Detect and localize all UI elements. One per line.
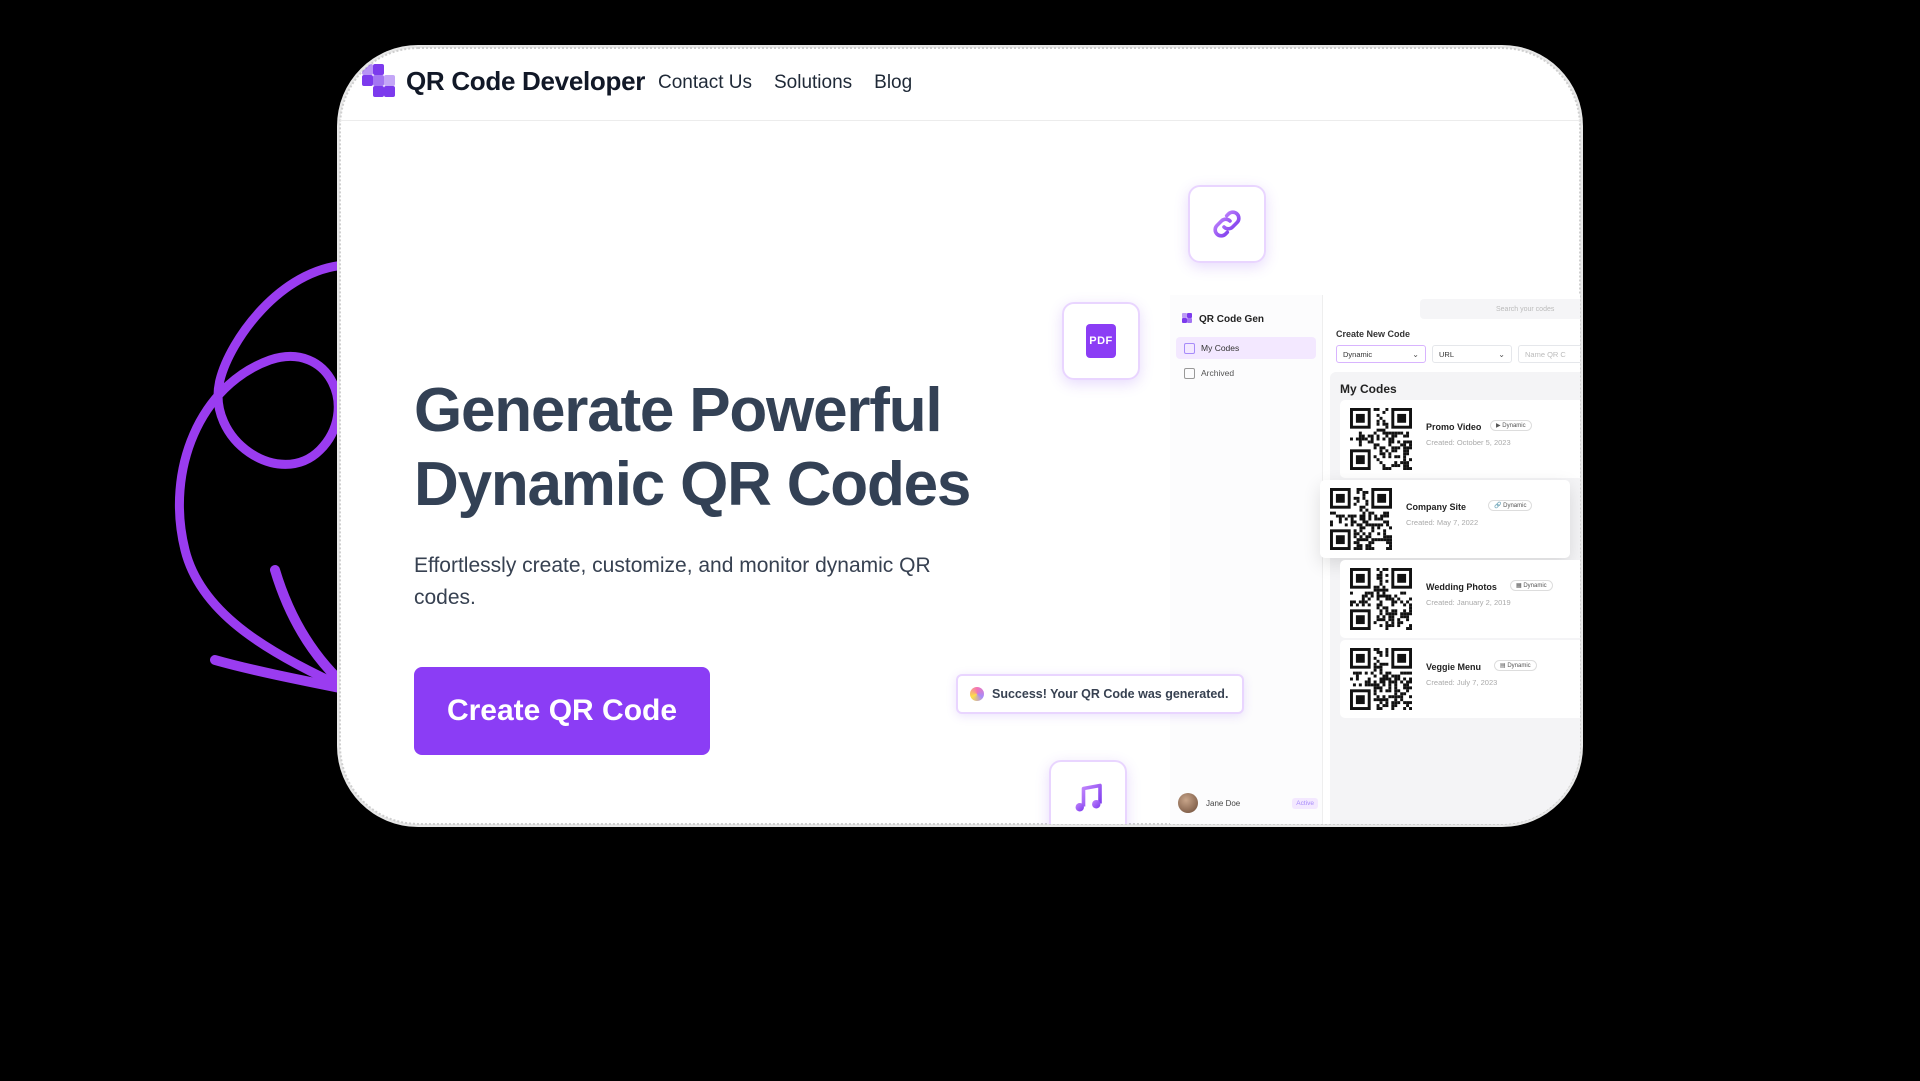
search-input[interactable]: Search your codes [1420,299,1580,319]
code-created-date: Created: January 2, 2019 [1426,598,1511,607]
status-badge: Active [1292,797,1318,809]
name-input-placeholder: Name QR C [1525,349,1566,359]
archive-icon [1184,367,1195,379]
chevron-down-icon: ⌄ [1498,350,1505,359]
pdf-tile: PDF [1060,300,1142,382]
sidebar-item-archived[interactable]: Archived [1176,362,1316,384]
user-name: Jane Doe [1206,798,1241,808]
app-sidebar: QR Code Gen My Codes Archived Jane Doe A… [1170,295,1323,824]
code-created-date: Created: July 7, 2023 [1426,678,1498,687]
search-placeholder: Search your codes [1496,305,1555,313]
sidebar-item-label: My Codes [1201,343,1240,353]
brand-name: QR Code Developer [406,65,646,96]
code-name: Wedding Photos [1426,582,1497,592]
code-card[interactable]: Veggie Menu ▤ Dynamic Created: July 7, 202… [1340,640,1580,718]
brand[interactable]: QR Code Developer [362,64,645,98]
music-tile [1047,758,1129,824]
app-brand-name: QR Code Gen [1199,313,1265,325]
code-created-date: Created: October 5, 2023 [1426,438,1511,447]
code-name: Veggie Menu [1426,662,1482,672]
hero-title-line-2: Dynamic QR Codes [414,450,971,519]
hero-title: Generate Powerful Dynamic QR Codes [414,374,1034,522]
name-input[interactable]: Name QR C [1518,345,1580,363]
website-card: QR Code Developer Contact Us Solutions B… [339,47,1581,825]
type-select-value: Dynamic [1343,349,1373,359]
create-new-code-label: Create New Code [1336,329,1411,339]
sidebar-item-label: Archived [1201,368,1235,378]
dynamic-badge: ▦ Dynamic [1510,580,1553,591]
dynamic-badge: ▤ Dynamic [1494,660,1537,671]
nav-link-solutions[interactable]: Solutions [774,72,852,94]
nav-link-contact[interactable]: Contact Us [658,72,752,94]
app-brand: QR Code Gen [1182,313,1264,325]
stage: QR Code Developer Contact Us Solutions B… [0,0,1920,1081]
nav-links: Contact Us Solutions Blog [658,72,912,94]
dynamic-badge: 🔗 Dynamic [1488,500,1533,511]
content-select[interactable]: URL ⌄ [1432,345,1512,363]
code-name: Promo Video [1426,422,1482,432]
code-card[interactable]: Company Site 🔗 Dynamic Created: May 7, 202… [1320,480,1570,558]
success-icon [970,687,984,701]
code-name: Company Site [1406,502,1467,512]
app-logo-icon [1182,313,1194,325]
pdf-icon: PDF [1086,324,1116,358]
link-icon [1213,210,1241,238]
content-select-value: URL [1439,349,1455,359]
music-note-icon [1075,783,1102,812]
toast-text: Success! Your QR Code was generated. [992,687,1229,701]
code-created-date: Created: May 7, 2022 [1406,518,1479,527]
grid-icon [1184,342,1195,354]
qr-code-icon [1350,648,1412,710]
link-tile [1186,183,1268,265]
dynamic-badge: ▶ Dynamic [1490,420,1532,431]
type-select[interactable]: Dynamic ⌄ [1336,345,1426,363]
qr-code-icon [1330,488,1392,550]
qr-code-icon [1350,408,1412,470]
create-qr-code-button[interactable]: Create QR Code [414,667,710,755]
code-card[interactable]: Promo Video ▶ Dynamic Created: October 5, … [1340,400,1580,478]
top-nav: QR Code Developer Contact Us Solutions B… [340,48,1580,121]
codes-title: My Codes [1340,382,1397,396]
codes-panel: My Codes Promo Video ▶ Dynamic Created: Oc… [1320,372,1580,824]
avatar [1178,793,1198,813]
sidebar-item-my-codes[interactable]: My Codes [1176,337,1316,359]
app-mockup: QR Code Gen My Codes Archived Jane Doe A… [1170,295,1580,824]
chevron-down-icon: ⌄ [1412,350,1419,359]
hero-title-line-1: Generate Powerful [414,376,943,445]
hero-subtitle: Effortlessly create, customize, and moni… [414,554,931,609]
brand-logo-icon [362,64,396,98]
qr-code-icon [1350,568,1412,630]
success-toast: Success! Your QR Code was generated. [956,674,1244,714]
nav-link-blog[interactable]: Blog [874,72,912,94]
code-card[interactable]: Wedding Photos ▦ Dynamic Created: January … [1340,560,1580,638]
user-profile[interactable]: Jane Doe Active [1178,793,1318,813]
